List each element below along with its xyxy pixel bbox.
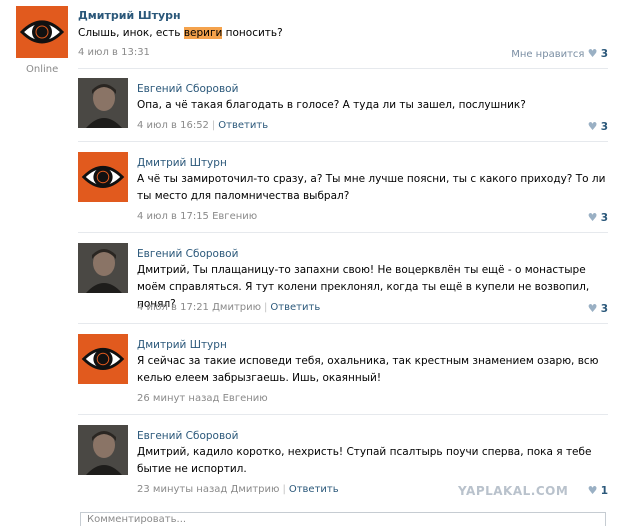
avatar[interactable]: [78, 425, 128, 475]
post-date[interactable]: 4 июл в 13:31: [78, 47, 150, 58]
divider: [78, 323, 608, 324]
like-button[interactable]: ♥ 3: [588, 120, 608, 133]
like-label: Мне нравится: [511, 49, 585, 60]
reply-link[interactable]: Ответить: [289, 484, 339, 495]
like-count: 3: [600, 48, 608, 60]
heart-icon: ♥: [587, 120, 598, 133]
like-button[interactable]: Мне нравится ♥ 3: [511, 47, 608, 60]
reply-link[interactable]: Ответить: [218, 120, 268, 131]
like-count: 3: [600, 303, 608, 315]
comment-date[interactable]: 4 июл в 17:15 Евгению: [137, 211, 257, 222]
comment-text: А чё ты замироточил-то сразу, а? Ты мне …: [137, 173, 606, 202]
watermark: YAPLAKAL.COM: [458, 484, 569, 498]
divider: [78, 232, 608, 233]
comment-date[interactable]: 4 июл в 16:52: [137, 120, 209, 131]
avatar[interactable]: [78, 152, 128, 202]
user-photo-icon: [78, 243, 128, 293]
eye-logo-icon: [78, 334, 128, 384]
like-count: 3: [600, 121, 608, 133]
comment-date[interactable]: 4 июл в 17:21 Дмитрию: [137, 302, 261, 313]
eye-logo-icon: [16, 6, 68, 58]
comment-meta: 23 минуты назад Дмитрию | Ответить: [137, 484, 339, 495]
heart-icon: ♥: [587, 47, 598, 60]
eye-logo-icon: [78, 152, 128, 202]
post-text-highlight: вериги: [183, 27, 223, 39]
comment-meta: 4 июл в 17:21 Дмитрию | Ответить: [137, 302, 321, 313]
heart-icon: ♥: [587, 211, 598, 224]
comment-date[interactable]: 23 минуты назад Дмитрию: [137, 484, 279, 495]
user-photo-icon: [78, 425, 128, 475]
heart-icon: ♥: [587, 484, 598, 497]
post-text: Слышь, инок, есть вериги поносить?: [78, 25, 598, 42]
user-photo-icon: [78, 78, 128, 128]
comment-author[interactable]: Евгений Сборовой: [137, 83, 238, 95]
like-button[interactable]: ♥ 3: [588, 302, 608, 315]
avatar[interactable]: [78, 78, 128, 128]
like-count: 3: [600, 212, 608, 224]
comment-author[interactable]: Евгений Сборовой: [137, 248, 238, 260]
comment-text: Дмитрий, кадило коротко, нехристь! Ступа…: [137, 446, 592, 475]
post-author[interactable]: Дмитрий Штурн: [78, 9, 181, 22]
divider: [78, 414, 608, 415]
avatar[interactable]: [78, 334, 128, 384]
comment-author[interactable]: Евгений Сборовой: [137, 430, 238, 442]
comment-date[interactable]: 26 минут назад Евгению: [137, 393, 268, 404]
divider: [78, 141, 608, 142]
comment-text: Я сейчас за такие исповеди тебя, охальни…: [137, 355, 599, 384]
post-text-before: Слышь, инок, есть: [78, 27, 184, 39]
online-status: Online: [26, 64, 59, 75]
comment-text: Опа, а чё такая благодать в голосе? А ту…: [137, 99, 526, 111]
avatar[interactable]: [16, 6, 68, 58]
comment-author[interactable]: Дмитрий Штурн: [137, 339, 227, 351]
heart-icon: ♥: [587, 302, 598, 315]
like-count: 1: [600, 485, 608, 497]
comment-meta: 4 июл в 16:52 | Ответить: [137, 120, 269, 131]
avatar[interactable]: [78, 243, 128, 293]
comment-author[interactable]: Дмитрий Штурн: [137, 157, 227, 169]
like-button[interactable]: ♥ 3: [588, 211, 608, 224]
like-button[interactable]: ♥ 1: [588, 484, 608, 497]
post-text-after: поносить?: [222, 27, 283, 39]
divider: [78, 68, 608, 69]
reply-link[interactable]: Ответить: [270, 302, 320, 313]
